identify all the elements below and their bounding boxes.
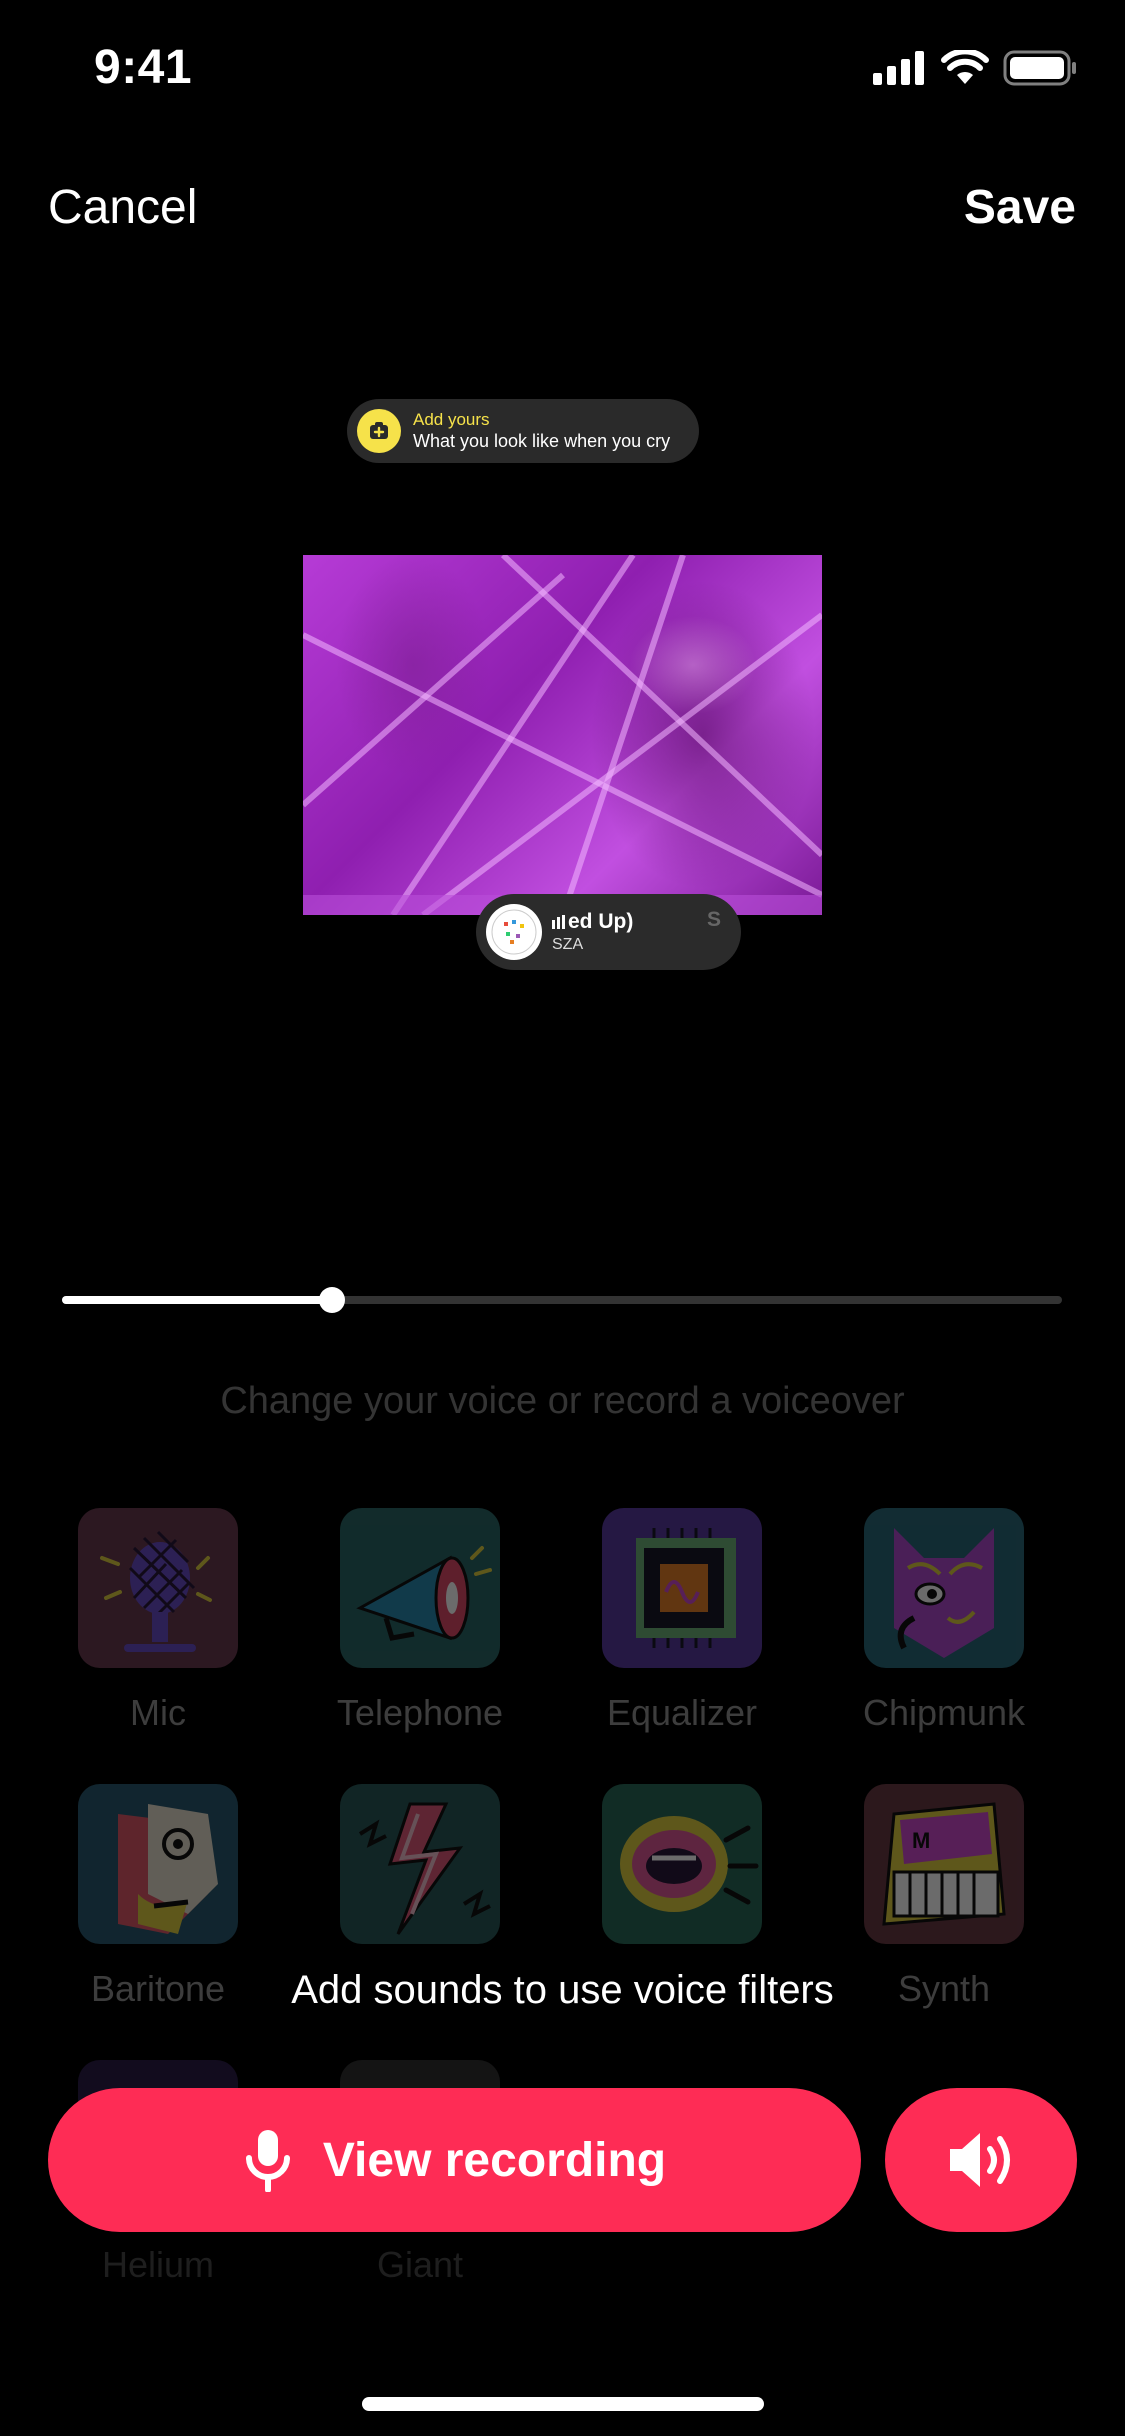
filter-chipmunk[interactable]: Chipmunk xyxy=(854,1508,1034,1734)
filter-lips[interactable] xyxy=(592,1784,772,1968)
mic-icon xyxy=(78,1508,238,1668)
video-preview[interactable] xyxy=(303,555,822,915)
filter-equalizer[interactable]: Equalizer xyxy=(592,1508,772,1734)
megaphone-icon xyxy=(340,1508,500,1668)
song-artist: SZA xyxy=(552,936,584,953)
filter-mic[interactable]: Mic xyxy=(68,1508,248,1734)
cellular-signal-icon xyxy=(873,51,924,85)
light-streaks-decoration xyxy=(303,555,822,915)
chipmunk-icon xyxy=(864,1508,1024,1668)
lightning-icon xyxy=(340,1784,500,1944)
filter-label: Helium xyxy=(101,2244,215,2285)
battery-icon xyxy=(1003,50,1076,86)
song-title-marquee: S xyxy=(706,908,721,931)
wifi-icon xyxy=(941,50,989,84)
cancel-button[interactable]: Cancel xyxy=(48,180,197,235)
status-time: 9:41 xyxy=(94,41,193,94)
filter-label: Mic xyxy=(130,1692,186,1733)
voice-effects-hint: Change your voice or record a voiceover xyxy=(220,1380,905,1422)
speaker-icon xyxy=(950,2133,1010,2187)
view-recording-label: View recording xyxy=(322,2133,667,2187)
voice-filters-message: Add sounds to use voice filters xyxy=(291,1968,834,2012)
view-recording-button[interactable]: View recording xyxy=(48,2088,861,2232)
volume-button[interactable] xyxy=(885,2088,1077,2232)
filter-label: Chipmunk xyxy=(862,1692,1026,1733)
add-yours-title: Add yours xyxy=(413,410,490,429)
microphone-icon xyxy=(245,2130,290,2192)
synth-icon: M xyxy=(864,1784,1024,1944)
album-art xyxy=(486,904,542,960)
add-yours-icon xyxy=(357,409,401,453)
filter-label: Equalizer xyxy=(606,1692,758,1733)
filter-telephone[interactable]: Telephone xyxy=(330,1508,510,1734)
baritone-face-icon xyxy=(78,1784,238,1944)
equalizer-bars-icon xyxy=(552,915,565,929)
music-sticker[interactable]: ed Up) SZA S xyxy=(476,894,741,970)
add-yours-sticker[interactable]: Add yours What you look like when you cr… xyxy=(347,399,699,463)
add-yours-prompt: What you look like when you cry xyxy=(413,431,671,451)
home-indicator xyxy=(362,2397,764,2411)
playback-progress xyxy=(62,1296,332,1304)
filter-label: Telephone xyxy=(336,1692,504,1733)
save-button[interactable]: Save xyxy=(964,180,1076,235)
filter-lightning[interactable] xyxy=(330,1784,510,1968)
playback-slider[interactable] xyxy=(62,1287,1062,1313)
svg-text:M: M xyxy=(912,1828,930,1853)
status-icons xyxy=(873,50,1077,86)
song-title: ed Up) xyxy=(552,909,633,935)
lips-icon xyxy=(602,1784,762,1944)
playback-thumb[interactable] xyxy=(319,1287,345,1313)
filter-label: Giant xyxy=(376,2244,464,2285)
chip-icon xyxy=(602,1508,762,1668)
